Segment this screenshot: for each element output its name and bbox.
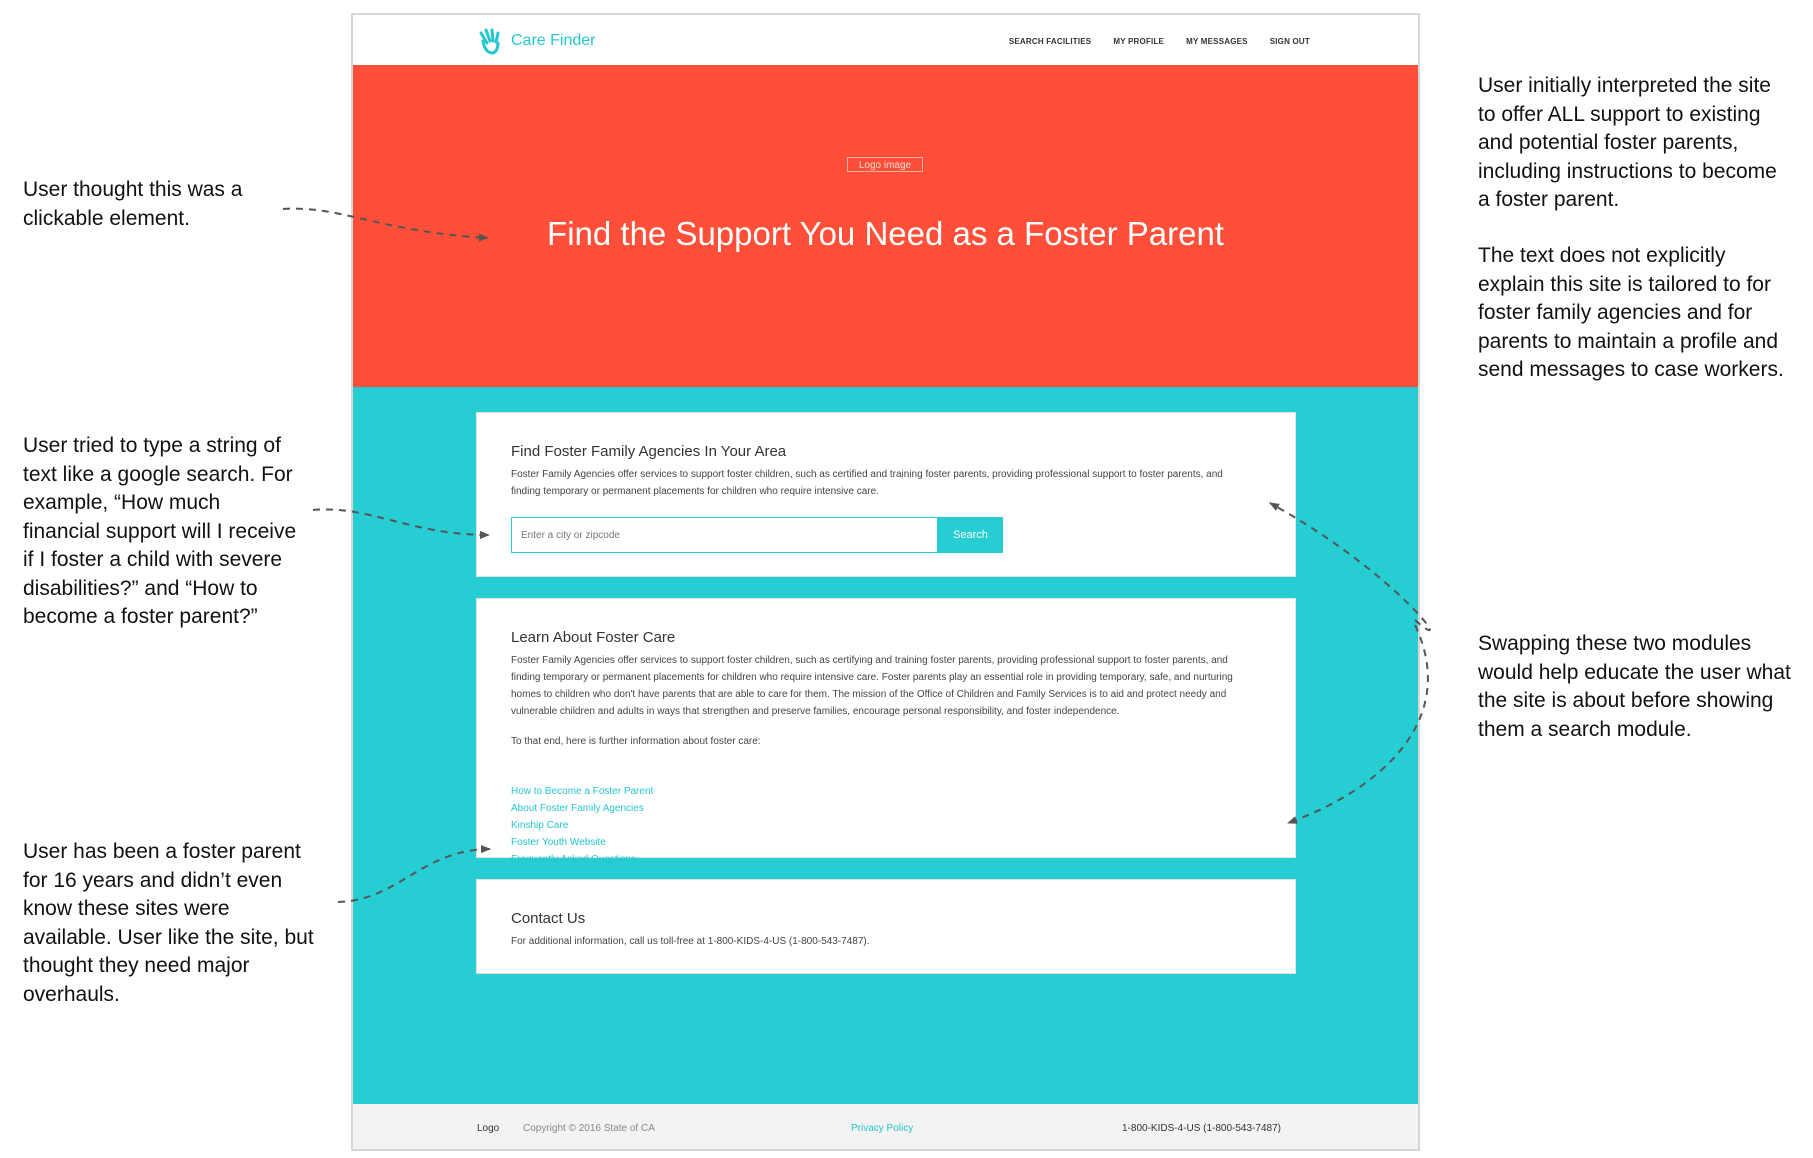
learn-card-text: Foster Family Agencies offer services to… [511, 655, 1233, 717]
content-area: Find Foster Family Agencies In Your Area… [353, 387, 1418, 1104]
hand-logo-icon [479, 28, 500, 55]
link-foster-family-agencies[interactable]: About Foster Family Agencies [511, 800, 653, 817]
search-card-text: Foster Family Agencies offer services to… [511, 469, 1223, 497]
footer-copyright: Copyright © 2016 State of CA [523, 1123, 655, 1134]
annotation-clickable: User thought this was a clickable elemen… [23, 178, 243, 230]
learn-card-title: Learn About Foster Care [511, 629, 676, 646]
contact-card-text: For additional information, call us toll… [511, 936, 870, 947]
resource-links: How to Become a Foster Parent About Fost… [511, 783, 653, 868]
link-faq[interactable]: Frequently Asked Questions [511, 851, 653, 868]
brand-name: Care Finder [511, 32, 596, 49]
nav-my-profile[interactable]: MY PROFILE [1113, 37, 1164, 46]
nav-my-messages[interactable]: MY MESSAGES [1186, 37, 1248, 46]
brand[interactable]: Care Finder [477, 27, 595, 55]
search-card: Find Foster Family Agencies In Your Area… [476, 412, 1296, 577]
top-navigation: Care Finder SEARCH FACILITIES MY PROFILE… [353, 15, 1418, 65]
footer-logo: Logo [477, 1123, 500, 1134]
annotation-links: User has been a foster parent for 16 yea… [23, 840, 314, 1006]
search-input[interactable] [511, 517, 938, 553]
annotation-swap: Swapping these two modules would help ed… [1478, 632, 1791, 741]
annotation-interpretation: User initially interpreted the site to o… [1478, 74, 1777, 211]
nav-links: SEARCH FACILITIES MY PROFILE MY MESSAGES… [1009, 37, 1310, 46]
nav-search-facilities[interactable]: SEARCH FACILITIES [1009, 37, 1092, 46]
annotation-tailored: The text does not explicitly explain thi… [1478, 244, 1784, 381]
search-form: Search [511, 517, 1003, 553]
learn-card: Learn About Foster Care Foster Family Ag… [476, 598, 1296, 865]
nav-sign-out[interactable]: SIGN OUT [1270, 37, 1310, 46]
hero-banner: Logo image Find the Support You Need as … [353, 65, 1418, 387]
link-become-foster-parent[interactable]: How to Become a Foster Parent [511, 783, 653, 800]
link-kinship-care[interactable]: Kinship Care [511, 817, 653, 834]
hero-title: Find the Support You Need as a Foster Pa… [547, 215, 1224, 252]
broken-logo-image: Logo image [847, 157, 923, 172]
footer-phone: 1-800-KIDS-4-US (1-800-543-7487) [1122, 1123, 1281, 1134]
contact-card: Contact Us For additional information, c… [476, 879, 1296, 974]
privacy-policy-link[interactable]: Privacy Policy [851, 1123, 913, 1134]
footer: Logo Copyright © 2016 State of CA Privac… [353, 1104, 1418, 1149]
learn-card-intro: To that end, here is further information… [511, 736, 761, 747]
website-mockup: Care Finder SEARCH FACILITIES MY PROFILE… [351, 13, 1420, 1151]
annotation-search: User tried to type a string of text like… [23, 434, 297, 628]
contact-card-title: Contact Us [511, 910, 586, 927]
search-button[interactable]: Search [938, 517, 1003, 553]
search-card-title: Find Foster Family Agencies In Your Area [511, 443, 787, 460]
link-foster-youth-website[interactable]: Foster Youth Website [511, 834, 653, 851]
